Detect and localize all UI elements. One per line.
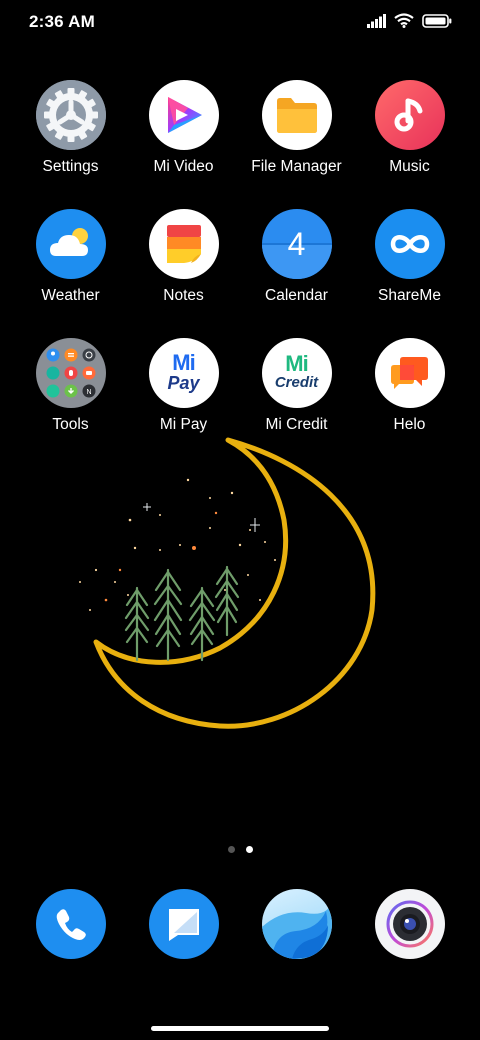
app-label: Settings: [42, 158, 99, 175]
battery-icon: [422, 13, 452, 33]
app-music[interactable]: Music: [353, 80, 466, 209]
music-note-icon: [374, 80, 445, 150]
app-row-2: Weather Notes 4 Calendar ShareMe: [14, 209, 466, 338]
cloud-sun-icon: [35, 209, 106, 279]
mi-pay-logo-bottom: Pay: [167, 373, 200, 393]
folder-icon: [261, 80, 332, 150]
play-icon: [148, 80, 219, 150]
dock-messages[interactable]: [127, 889, 240, 959]
app-weather[interactable]: Weather: [14, 209, 127, 338]
calendar-day: 4: [287, 225, 306, 262]
app-notes[interactable]: Notes: [127, 209, 240, 338]
page-indicator: [0, 846, 480, 853]
mi-credit-logo-bottom: Credit: [274, 374, 319, 391]
mi-pay-icon: Mi Pay: [148, 338, 219, 408]
folder-grid-icon: N: [35, 338, 106, 408]
app-label: Mi Video: [153, 158, 214, 175]
messages-icon: [148, 889, 219, 959]
infinity-icon: [374, 209, 445, 279]
svg-text:N: N: [86, 389, 91, 396]
wifi-icon: [394, 13, 414, 33]
dock: [14, 889, 466, 959]
dock-camera[interactable]: [353, 889, 466, 959]
app-shareme[interactable]: ShareMe: [353, 209, 466, 338]
signal-icon: [367, 13, 386, 33]
home-indicator-bar[interactable]: [151, 1026, 329, 1031]
app-label: Weather: [41, 287, 100, 304]
app-row-1: Settings Mi Video File Manager Music: [14, 80, 466, 209]
mi-credit-logo-top: Mi: [285, 351, 308, 376]
chat-bubbles-icon: [374, 338, 445, 408]
page-dot-1[interactable]: [227, 846, 235, 853]
app-file-manager[interactable]: File Manager: [240, 80, 353, 209]
status-bar: 2:36 AM: [0, 0, 480, 44]
browser-wave-icon: [261, 889, 332, 959]
mi-credit-icon: Mi Credit: [261, 338, 332, 408]
app-settings[interactable]: Settings: [14, 80, 127, 209]
app-grid: Settings Mi Video File Manager Music Wea…: [14, 80, 466, 467]
app-label: File Manager: [251, 158, 342, 175]
calendar-icon: 4: [261, 209, 332, 279]
page-dot-2-active[interactable]: [245, 846, 253, 853]
mi-pay-logo-top: Mi: [172, 350, 195, 375]
app-label: Notes: [163, 287, 204, 304]
app-label: Music: [389, 158, 430, 175]
dock-browser[interactable]: [240, 889, 353, 959]
status-time: 2:36 AM: [29, 12, 95, 31]
phone-icon: [35, 889, 106, 959]
app-label: ShareMe: [378, 287, 441, 304]
app-calendar[interactable]: 4 Calendar: [240, 209, 353, 338]
app-mi-video[interactable]: Mi Video: [127, 80, 240, 209]
camera-icon: [374, 889, 445, 959]
app-label: Calendar: [265, 287, 328, 304]
app-label: Helo: [393, 416, 426, 433]
wallpaper-moon-trees: [60, 430, 390, 740]
gear-icon: [35, 80, 106, 150]
crescent-moon: [93, 437, 376, 729]
notes-icon: [148, 209, 219, 279]
status-icons: [367, 13, 452, 33]
dock-phone[interactable]: [14, 889, 127, 959]
